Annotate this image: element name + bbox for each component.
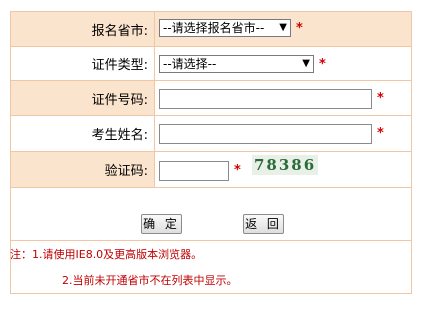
cert-type-select[interactable]: --请选择-- ▼ (159, 55, 314, 73)
cert-number-row: 证件号码: * (11, 81, 411, 116)
province-select-value: --请选择报名省市-- (163, 21, 265, 35)
required-mark: * (234, 163, 241, 178)
cert-type-row: 证件类型: --请选择-- ▼ * (11, 47, 411, 81)
cert-number-input[interactable] (159, 89, 372, 109)
name-label: 考生姓名: (11, 116, 155, 151)
cert-number-label: 证件号码: (11, 81, 155, 115)
required-mark: * (377, 91, 384, 106)
cert-type-select-value: --请选择-- (163, 57, 217, 71)
captcha-row: 验证码: * 78386 (11, 152, 411, 188)
captcha-input[interactable] (159, 161, 229, 181)
province-select[interactable]: --请选择报名省市-- ▼ (159, 19, 291, 37)
cert-type-label: 证件类型: (11, 47, 155, 80)
province-row: 报名省市: --请选择报名省市-- ▼ * (11, 12, 411, 47)
note-line-1: 注：1.请使用IE8.0及更高版本浏览器。 (10, 248, 203, 261)
name-input[interactable] (159, 124, 372, 144)
captcha-image[interactable]: 78386 (252, 155, 318, 175)
dropdown-arrow-icon: ▼ (279, 22, 287, 33)
province-label: 报名省市: (11, 12, 155, 46)
confirm-button[interactable]: 确 定 (141, 214, 182, 234)
required-mark: * (377, 126, 384, 141)
required-mark: * (296, 21, 303, 36)
captcha-label: 验证码: (11, 152, 155, 187)
divider (10, 240, 412, 241)
back-button[interactable]: 返 回 (243, 214, 284, 234)
name-row: 考生姓名: * (11, 116, 411, 152)
note-line-2: 2.当前未开通省市不在列表中显示。 (62, 274, 238, 287)
required-mark: * (319, 57, 326, 72)
dropdown-arrow-icon: ▼ (302, 58, 310, 69)
